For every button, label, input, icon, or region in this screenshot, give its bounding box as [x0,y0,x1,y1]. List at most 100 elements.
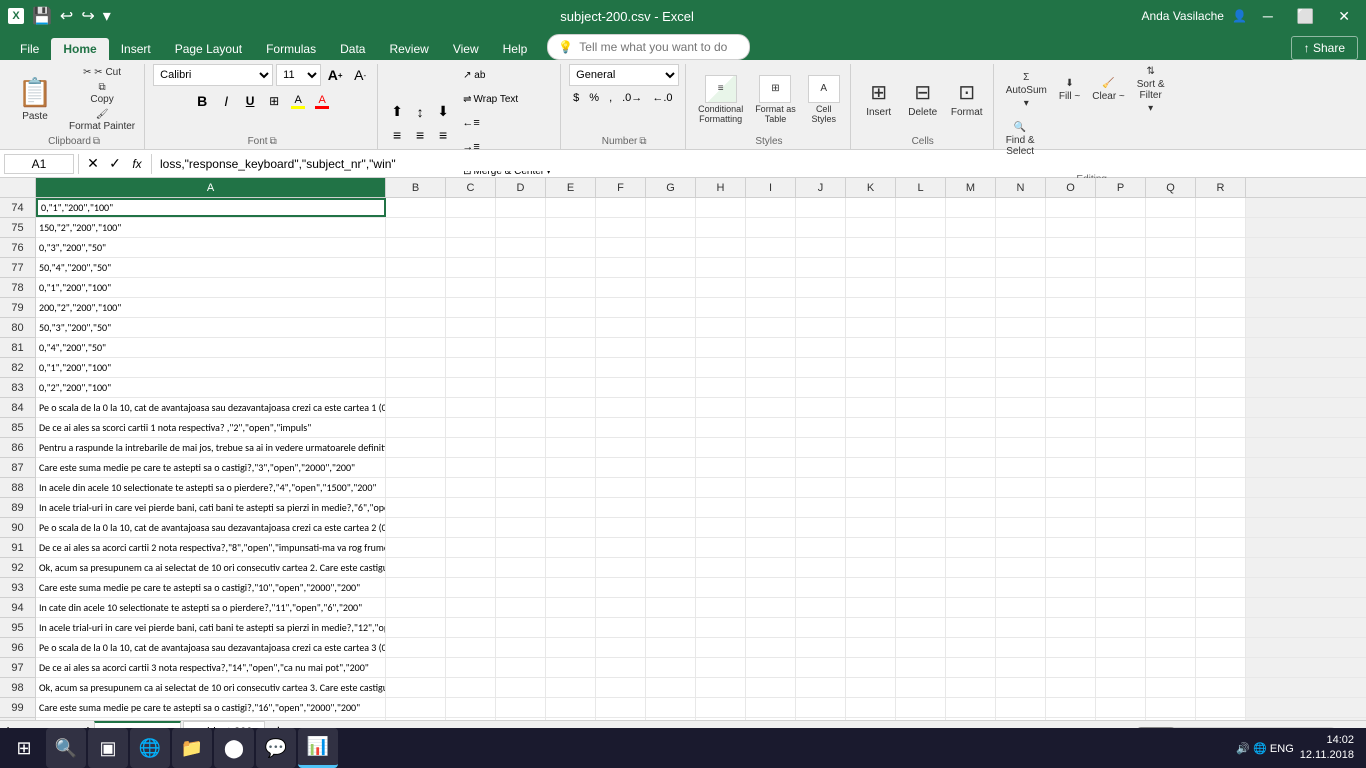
cell-J75[interactable] [796,218,846,237]
cell-R77[interactable] [1196,258,1246,277]
row-header-78[interactable]: 78 [0,278,35,298]
cell-J87[interactable] [796,458,846,477]
cell-K98[interactable] [846,678,896,697]
decrease-decimal-button[interactable]: ←.0 [648,88,676,108]
row-header-77[interactable]: 77 [0,258,35,278]
cell-J83[interactable] [796,378,846,397]
cell-P85[interactable] [1096,418,1146,437]
cell-M78[interactable] [946,278,996,297]
row-header-95[interactable]: 95 [0,618,35,638]
explorer-button[interactable]: 📁 [172,728,212,768]
cell-B86[interactable] [386,438,446,457]
cell-Q82[interactable] [1146,358,1196,377]
cell-R78[interactable] [1196,278,1246,297]
clipboard-expand-icon[interactable]: ⧉ [93,136,100,147]
tab-review[interactable]: Review [377,38,440,60]
cell-E81[interactable] [546,338,596,357]
cell-I96[interactable] [746,638,796,657]
cell-I78[interactable] [746,278,796,297]
cell-K81[interactable] [846,338,896,357]
cell-Q91[interactable] [1146,538,1196,557]
cell-I99[interactable] [746,698,796,717]
cell-R98[interactable] [1196,678,1246,697]
cell-H78[interactable] [696,278,746,297]
cell-P77[interactable] [1096,258,1146,277]
cell-E98[interactable] [546,678,596,697]
cell-G87[interactable] [646,458,696,477]
cell-G100[interactable] [646,718,696,720]
cell-B91[interactable] [386,538,446,557]
cell-D96[interactable] [496,638,546,657]
cell-C87[interactable] [446,458,496,477]
cell-J80[interactable] [796,318,846,337]
cell-P88[interactable] [1096,478,1146,497]
cell-K79[interactable] [846,298,896,317]
col-header-A[interactable]: A [36,178,386,197]
cell-B88[interactable] [386,478,446,497]
cell-C81[interactable] [446,338,496,357]
cell-G88[interactable] [646,478,696,497]
cell-F79[interactable] [596,298,646,317]
cell-L78[interactable] [896,278,946,297]
cell-R79[interactable] [1196,298,1246,317]
cell-F91[interactable] [596,538,646,557]
cell-I98[interactable] [746,678,796,697]
cell-G77[interactable] [646,258,696,277]
cell-K93[interactable] [846,578,896,597]
cell-P93[interactable] [1096,578,1146,597]
cell-H96[interactable] [696,638,746,657]
cell-N83[interactable] [996,378,1046,397]
autosum-button[interactable]: Σ AutoSum ▾ [1002,70,1051,111]
cell-G81[interactable] [646,338,696,357]
cell-E78[interactable] [546,278,596,297]
cancel-formula-button[interactable]: ✕ [83,154,103,174]
cell-E91[interactable] [546,538,596,557]
cell-J85[interactable] [796,418,846,437]
cell-Q78[interactable] [1146,278,1196,297]
cell-B75[interactable] [386,218,446,237]
cell-H83[interactable] [696,378,746,397]
cell-D75[interactable] [496,218,546,237]
cell-N79[interactable] [996,298,1046,317]
tab-insert[interactable]: Insert [109,38,163,60]
cell-H76[interactable] [696,238,746,257]
cell-K74[interactable] [846,198,896,217]
cell-J76[interactable] [796,238,846,257]
cell-H94[interactable] [696,598,746,617]
cell-K84[interactable] [846,398,896,417]
cell-A86[interactable]: Pentru a raspunde la intrebarile de mai … [36,438,386,457]
cell-R91[interactable] [1196,538,1246,557]
cell-G78[interactable] [646,278,696,297]
cell-J96[interactable] [796,638,846,657]
cell-H99[interactable] [696,698,746,717]
col-header-L[interactable]: L [896,178,946,197]
tab-formulas[interactable]: Formulas [254,38,328,60]
cell-A94[interactable]: In cate din acele 10 selectionate te ast… [36,598,386,617]
cell-R86[interactable] [1196,438,1246,457]
cell-C96[interactable] [446,638,496,657]
cell-R92[interactable] [1196,558,1246,577]
cell-I90[interactable] [746,518,796,537]
tab-help[interactable]: Help [491,38,540,60]
align-center-button[interactable]: ≡ [409,124,431,146]
cell-K75[interactable] [846,218,896,237]
row-header-76[interactable]: 76 [0,238,35,258]
row-header-98[interactable]: 98 [0,678,35,698]
cell-J94[interactable] [796,598,846,617]
cell-O81[interactable] [1046,338,1096,357]
cell-K90[interactable] [846,518,896,537]
row-header-79[interactable]: 79 [0,298,35,318]
cell-L97[interactable] [896,658,946,677]
customize-qat-button[interactable]: ▾ [101,6,113,26]
cell-E93[interactable] [546,578,596,597]
cell-N78[interactable] [996,278,1046,297]
cell-K88[interactable] [846,478,896,497]
cell-O74[interactable] [1046,198,1096,217]
cell-P92[interactable] [1096,558,1146,577]
increase-decimal-button[interactable]: .0→ [618,88,646,108]
cell-C76[interactable] [446,238,496,257]
cell-N92[interactable] [996,558,1046,577]
cell-O93[interactable] [1046,578,1096,597]
cell-J90[interactable] [796,518,846,537]
align-right-button[interactable]: ≡ [432,124,454,146]
